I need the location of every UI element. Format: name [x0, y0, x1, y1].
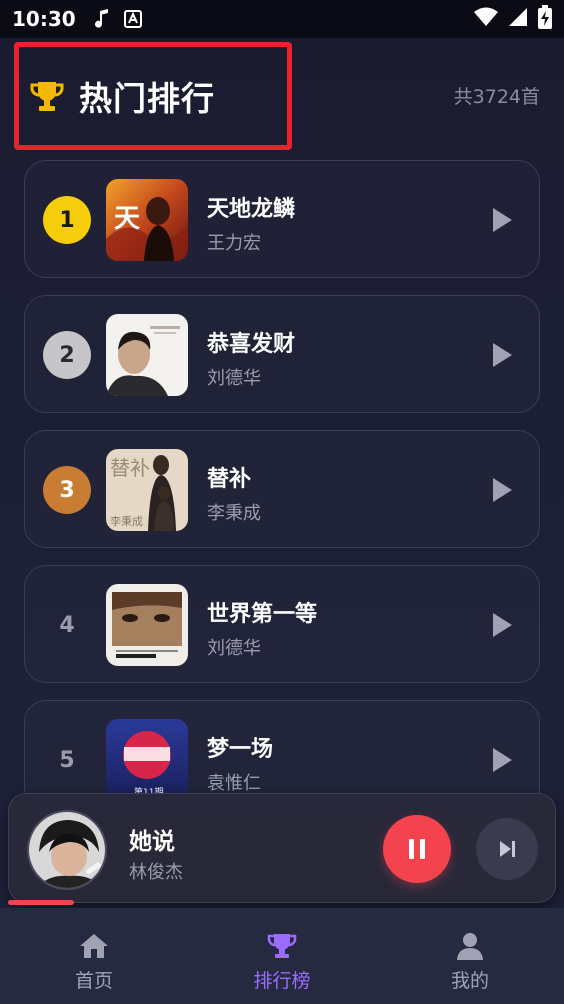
trophy-icon [29, 78, 65, 114]
rank-badge: 2 [43, 331, 91, 379]
trophy-icon [266, 932, 298, 964]
page-title: 热门排行 [79, 79, 215, 118]
album-cover[interactable]: 替补 李秉成 [106, 449, 188, 531]
now-playing-artist: 林俊杰 [129, 862, 183, 883]
rank-badge: 1 [43, 196, 91, 244]
play-icon[interactable] [487, 475, 517, 505]
home-icon [78, 932, 110, 964]
cover-text: 天 [114, 204, 140, 234]
nav-label: 我的 [450, 970, 489, 992]
now-playing-title: 她说 [129, 829, 175, 855]
list-item[interactable]: 3 替补 李秉成 替补 李秉成 [24, 430, 540, 548]
status-bar: 10:30 [0, 0, 564, 38]
song-title: 梦一场 [207, 737, 274, 762]
play-icon[interactable] [487, 340, 517, 370]
song-count: 共3724首 [453, 86, 540, 108]
song-title: 天地龙鳞 [207, 197, 296, 222]
now-playing-cover[interactable] [27, 810, 107, 890]
play-icon[interactable] [487, 610, 517, 640]
nav-profile[interactable]: 我的 [376, 908, 564, 1004]
song-title: 恭喜发财 [207, 332, 296, 357]
nav-charts[interactable]: 排行榜 [188, 908, 376, 1004]
pause-icon [409, 839, 425, 859]
header-title-box: 热门排行 [14, 42, 292, 150]
rank-number: 4 [59, 612, 75, 638]
nav-label: 排行榜 [253, 970, 311, 992]
song-title: 世界第一等 [207, 602, 318, 627]
album-cover[interactable] [106, 584, 188, 666]
play-icon[interactable] [487, 205, 517, 235]
list-item[interactable]: 1 天 天地龙鳞 王力宏 [24, 160, 540, 278]
song-title: 替补 [207, 467, 252, 492]
music-note-icon [94, 9, 110, 29]
song-list: 1 天 天地龙鳞 王力宏 2 恭喜发财 刘德华 3 替补 李秉成 替补 李秉成 … [24, 160, 540, 835]
song-artist: 李秉成 [207, 503, 261, 524]
user-icon [454, 932, 486, 964]
battery-charging-icon [538, 5, 552, 33]
chart-header: 热门排行 共3724首 [0, 38, 564, 158]
song-artist: 刘德华 [207, 368, 261, 389]
wifi-icon [474, 7, 498, 31]
status-time: 10:30 [12, 7, 76, 31]
album-cover[interactable]: 天 [106, 179, 188, 261]
playback-progress[interactable] [8, 900, 556, 905]
playback-progress-fill [8, 900, 74, 905]
album-cover[interactable]: 第11期 [106, 719, 188, 801]
list-item[interactable]: 2 恭喜发财 刘德华 [24, 295, 540, 413]
skip-next-icon [500, 841, 515, 857]
bottom-nav: 首页 排行榜 我的 [0, 908, 564, 1004]
rank-number: 5 [59, 747, 75, 773]
accessibility-a-icon [123, 10, 142, 28]
cover-text: 李秉成 [110, 514, 143, 528]
nav-label: 首页 [74, 970, 113, 992]
song-artist: 王力宏 [207, 233, 261, 254]
nav-home[interactable]: 首页 [0, 908, 188, 1004]
next-button[interactable] [476, 818, 538, 880]
list-item[interactable]: 4 世界第一等 刘德华 [24, 565, 540, 683]
album-cover[interactable] [106, 314, 188, 396]
rank-badge: 3 [43, 466, 91, 514]
mini-player[interactable]: 她说 林俊杰 [8, 793, 556, 903]
pause-button[interactable] [383, 815, 451, 883]
play-icon[interactable] [487, 745, 517, 775]
cover-text: 替补 [110, 456, 150, 480]
song-artist: 袁惟仁 [207, 773, 261, 794]
song-artist: 刘德华 [207, 638, 261, 659]
signal-icon [508, 7, 528, 31]
